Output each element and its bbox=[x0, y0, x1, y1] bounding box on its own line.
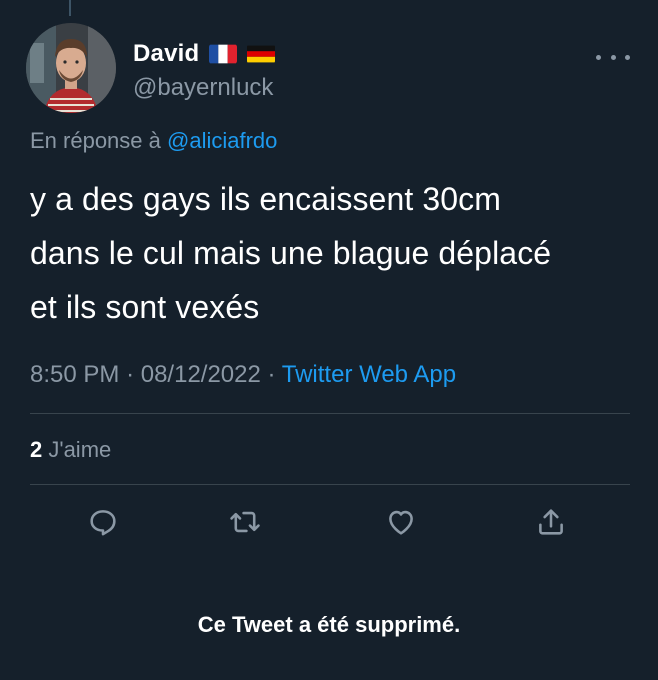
tweet-source-link[interactable]: Twitter Web App bbox=[282, 361, 456, 388]
tweet-text-line: y a des gays ils encaissent 30cm bbox=[30, 181, 501, 217]
meta-separator: · bbox=[126, 361, 135, 388]
divider bbox=[30, 413, 630, 414]
thread-connector-line bbox=[69, 0, 71, 16]
more-dot bbox=[596, 54, 601, 60]
likes-count: 2 bbox=[30, 437, 43, 462]
author-handle[interactable]: @bayernluck bbox=[133, 74, 273, 102]
likes-stat[interactable]: 2 J'aime bbox=[30, 437, 111, 463]
reply-mention-link[interactable]: @aliciafrdo bbox=[167, 128, 277, 153]
more-dot bbox=[625, 54, 630, 60]
germany-flag-icon bbox=[247, 44, 276, 64]
more-dot bbox=[610, 54, 616, 60]
share-icon bbox=[539, 509, 563, 535]
tweet-text-line: et ils sont vexés bbox=[30, 289, 260, 325]
like-icon bbox=[389, 510, 413, 535]
reply-prefix: En réponse à bbox=[30, 128, 161, 153]
tweet-text: y a des gays ils encaissent 30cm dans le… bbox=[30, 172, 630, 334]
likes-label: J'aime bbox=[48, 437, 112, 462]
tweet-detail: David @bayernluck En réponse à @aliciafr… bbox=[0, 0, 658, 680]
tweet-text-line: dans le cul mais une blague déplacé bbox=[30, 235, 552, 271]
more-options-icon[interactable] bbox=[596, 47, 630, 67]
reply-icon bbox=[90, 510, 116, 536]
reply-button[interactable] bbox=[83, 502, 123, 542]
tweet-deleted-notice: Ce Tweet a été supprimé. bbox=[197, 612, 461, 637]
share-button[interactable] bbox=[531, 502, 571, 542]
like-button[interactable] bbox=[381, 502, 421, 542]
author-name-row[interactable]: David bbox=[133, 40, 276, 68]
france-flag-icon bbox=[209, 44, 238, 64]
retweet-button[interactable] bbox=[225, 502, 265, 542]
retweet-icon bbox=[230, 511, 260, 533]
tweet-date[interactable]: 08/12/2022 bbox=[141, 361, 261, 388]
avatar[interactable] bbox=[26, 23, 116, 113]
meta-separator: · bbox=[267, 361, 276, 388]
reply-context: En réponse à @aliciafrdo bbox=[30, 128, 277, 154]
divider bbox=[30, 484, 630, 485]
author-display-name[interactable]: David bbox=[133, 40, 199, 68]
tweet-metadata: 8:50 PM · 08/12/2022 · Twitter Web App bbox=[30, 361, 456, 389]
tweet-time[interactable]: 8:50 PM bbox=[30, 361, 119, 388]
